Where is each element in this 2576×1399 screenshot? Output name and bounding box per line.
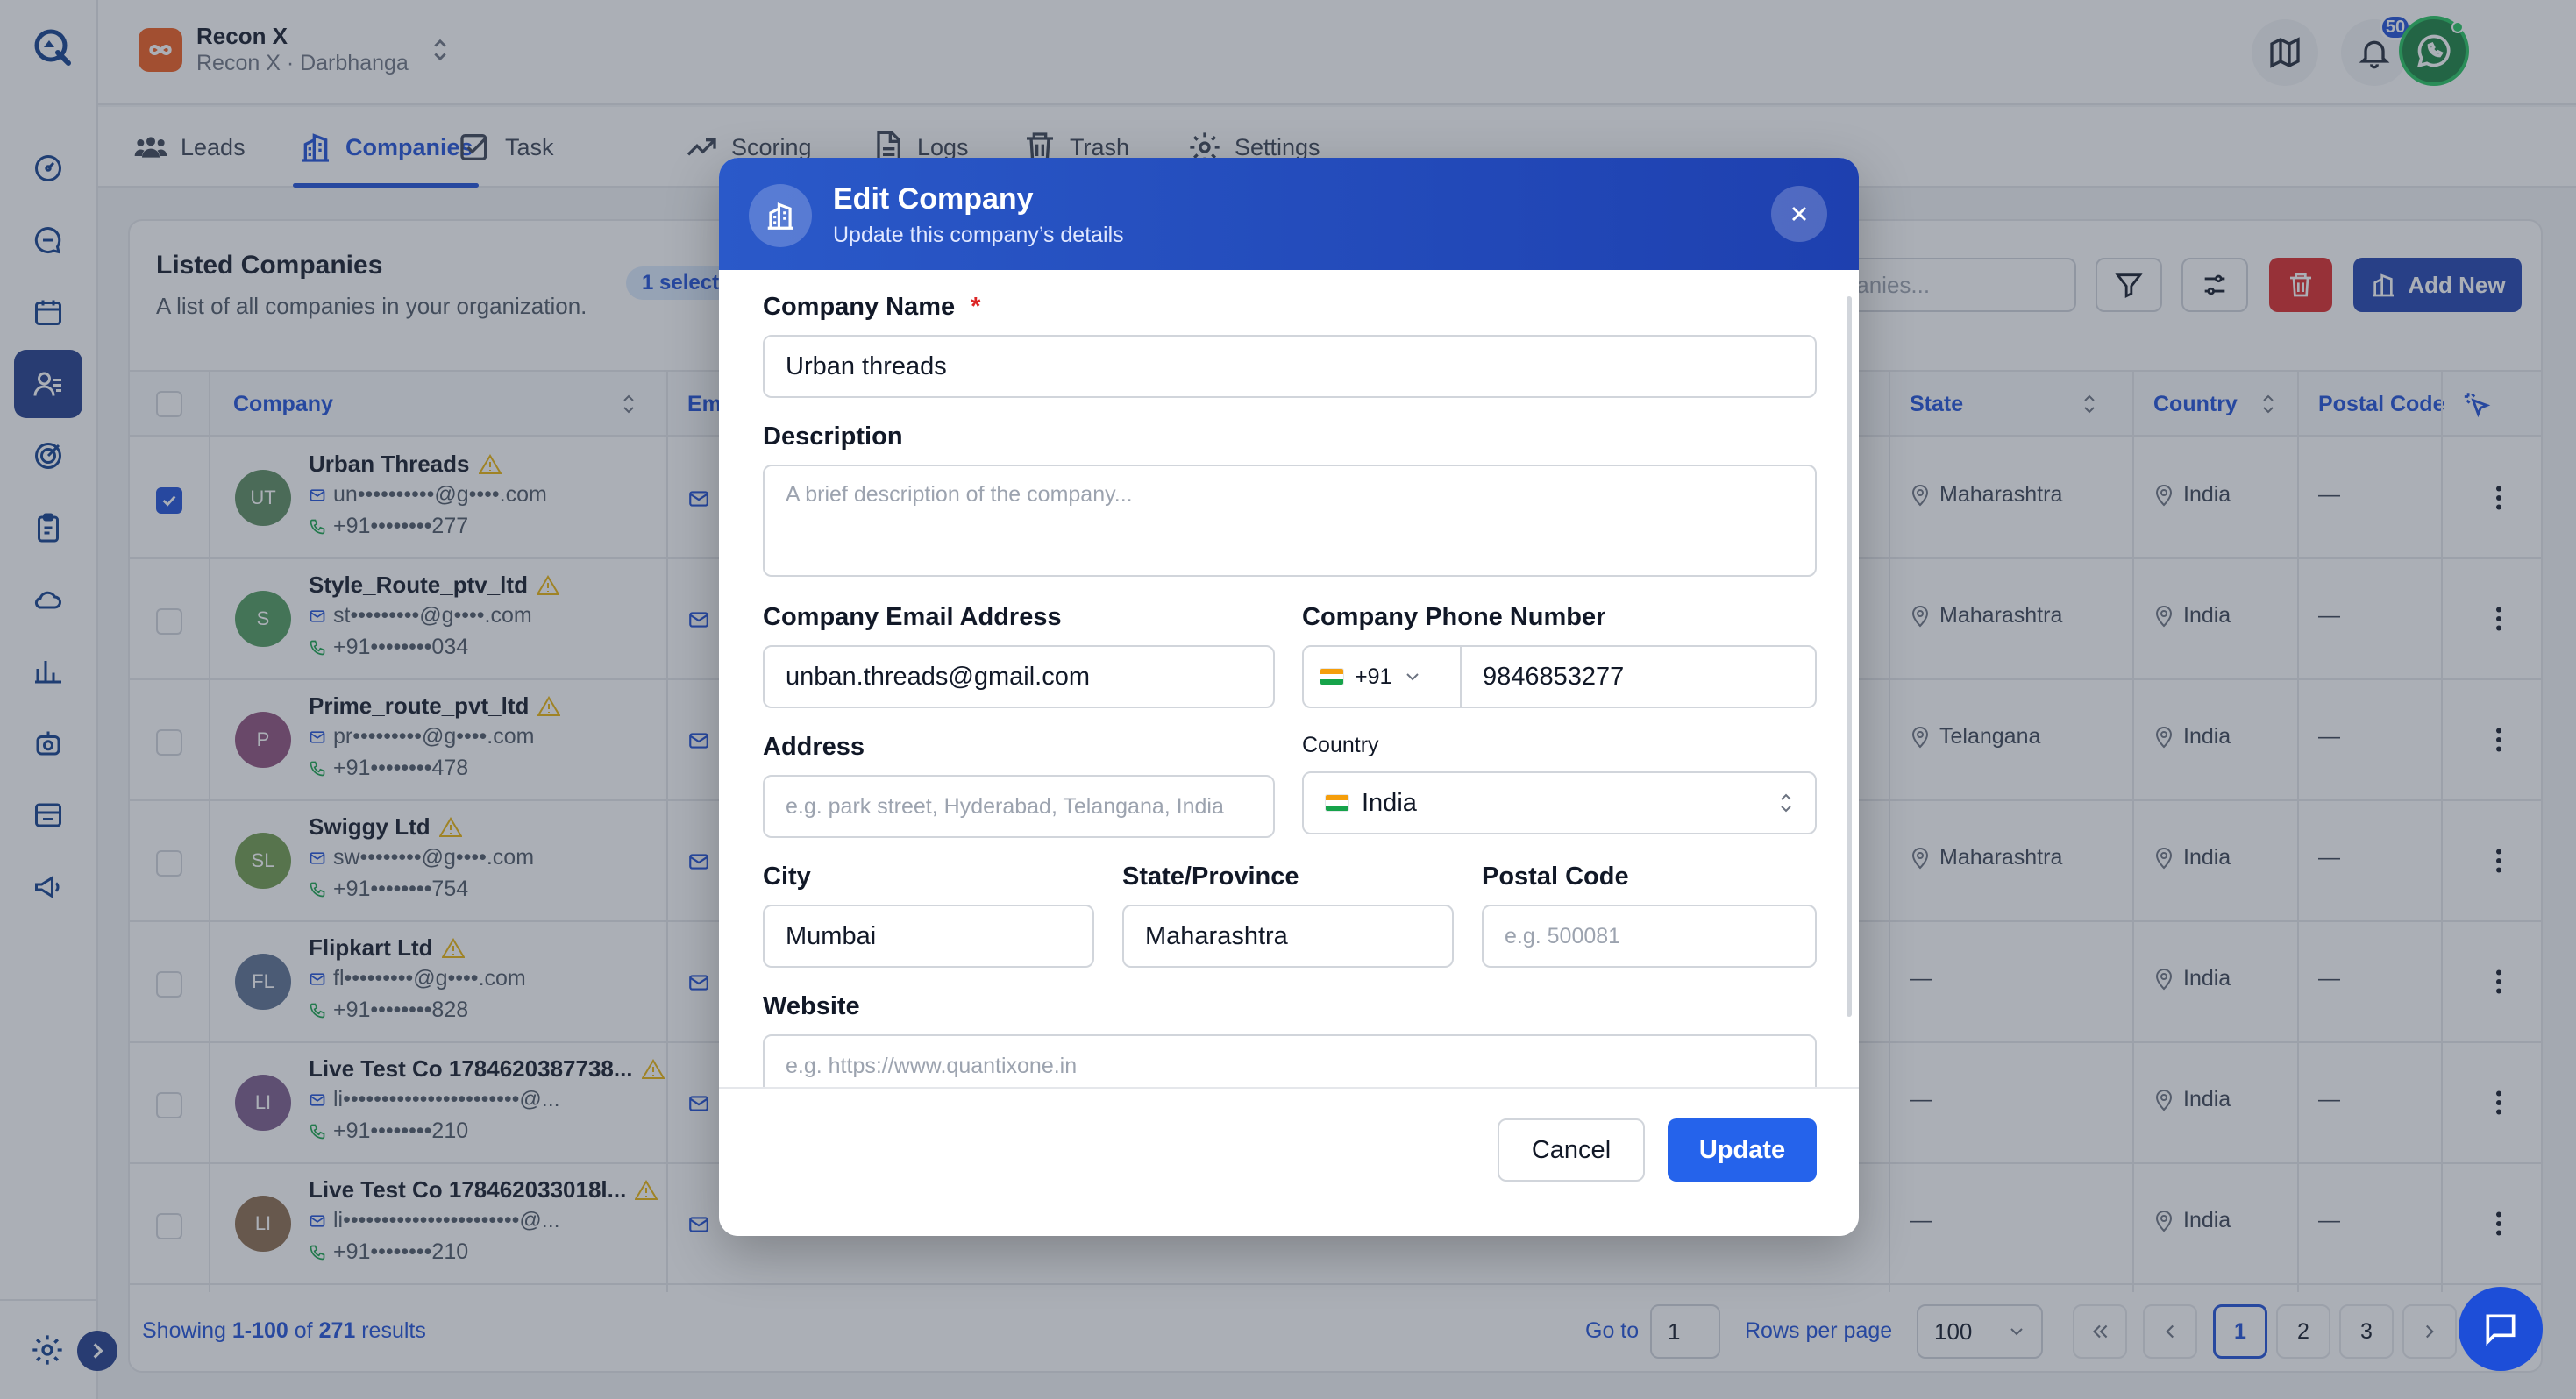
india-flag-icon [1325,794,1349,812]
edit-company-modal: Edit Company Update this company’s detai… [719,158,1859,1236]
modal-body: Company Name * Urban threads Description … [719,270,1859,1087]
modal-subtitle: Update this company’s details [833,223,1124,247]
cancel-button[interactable]: Cancel [1498,1118,1645,1182]
website-label: Website [763,992,860,1020]
chat-bubble-icon [2486,1314,2516,1346]
close-modal-button[interactable] [1771,186,1827,242]
company-name-label: Company Name * [763,293,980,322]
phone-input-group: +91 9846853277 [1302,645,1817,708]
country-code-value: +91 [1355,664,1392,689]
chat-support-button[interactable] [2459,1287,2543,1371]
postal-code-label: Postal Code [1482,863,1629,891]
phone-label: Company Phone Number [1302,603,1606,631]
city-label: City [763,863,811,891]
address-input[interactable]: e.g. park street, Hyderabad, Telangana, … [763,775,1275,838]
state-label: State/Province [1122,863,1299,891]
email-label: Company Email Address [763,603,1062,631]
required-mark: * [971,293,981,321]
email-input[interactable]: unban.threads@gmail.com [763,645,1275,708]
postal-code-input[interactable]: e.g. 500081 [1482,905,1817,968]
description-textarea[interactable]: A brief description of the company... [763,465,1817,577]
state-input[interactable]: Maharashtra [1122,905,1454,968]
website-input[interactable]: e.g. https://www.quantixone.in [763,1034,1817,1087]
modal-header: Edit Company Update this company’s detai… [719,158,1859,270]
country-label: Country [1302,733,1379,757]
company-name-input[interactable]: Urban threads [763,335,1817,398]
company-name-label-text: Company Name [763,293,956,321]
modal-title: Edit Company [833,182,1034,216]
update-button[interactable]: Update [1668,1118,1817,1182]
close-icon [1791,206,1807,222]
building-icon [749,184,812,247]
select-chevron-icon [1781,793,1791,813]
country-code-select[interactable]: +91 [1304,647,1462,707]
address-label: Address [763,733,865,761]
phone-number-input[interactable]: 9846853277 [1483,663,1624,692]
modal-footer: Cancel Update [719,1087,1859,1236]
country-select-value: India [1325,789,1417,818]
city-input[interactable]: Mumbai [763,905,1094,968]
chevron-down-icon [1406,673,1420,681]
description-label: Description [763,423,903,451]
modal-scrollbar[interactable] [1847,296,1852,1017]
country-value: India [1362,788,1417,817]
india-flag-icon [1320,668,1344,685]
country-select[interactable]: India [1302,771,1817,834]
